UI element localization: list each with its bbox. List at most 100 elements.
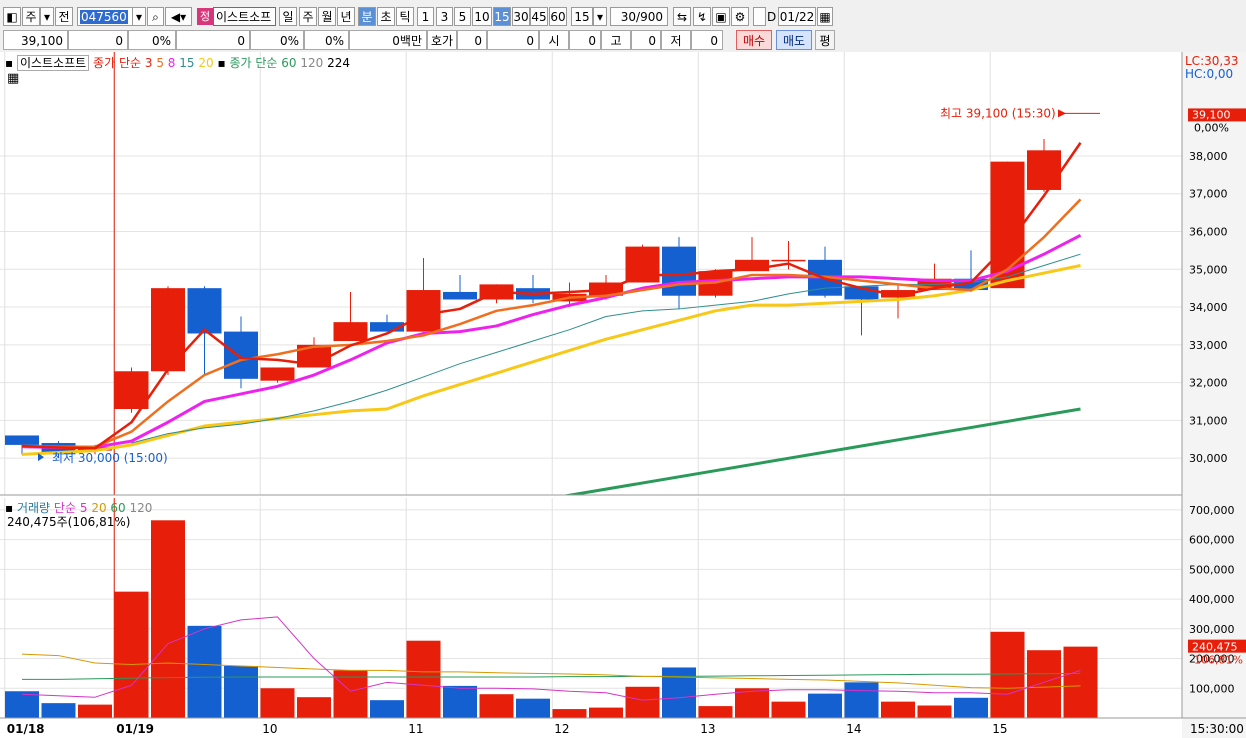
volume-last-pct: 106,81% (1194, 654, 1243, 667)
market-dropdown-icon[interactable]: ▾ (40, 7, 54, 26)
open-value: 0 (569, 30, 601, 50)
calendar-icon[interactable]: ▦ (817, 7, 833, 26)
buy-button[interactable]: 매수 (736, 30, 772, 50)
low-label: 저 (661, 30, 691, 50)
speaker-icon[interactable]: ◀▾ (165, 7, 192, 26)
date-checkbox[interactable] (753, 7, 766, 26)
volume-bar (260, 688, 295, 718)
x-tick-label: 15 (992, 722, 1007, 736)
amount: 0백만 (349, 30, 427, 50)
interval-60[interactable]: 60 (549, 7, 567, 26)
period-minute[interactable]: 분 (358, 7, 376, 26)
change: 0 (68, 30, 128, 50)
volume-bar (990, 631, 1025, 718)
last-change-label: 0,00% (1194, 121, 1229, 134)
high-value: 0 (631, 30, 661, 50)
x-tick-label: 01/18 (7, 722, 45, 736)
interval-30[interactable]: 30 (512, 7, 530, 26)
market-select[interactable]: 주 (22, 7, 40, 26)
interval-select[interactable]: 15 (571, 7, 593, 26)
last-price-label: 39,100 (1192, 108, 1231, 121)
x-tick-label: 01/19 (116, 722, 154, 736)
volume-bar (1063, 646, 1098, 718)
volume-bar (516, 698, 550, 718)
legend-ma-label: 종가 단순 (93, 56, 142, 70)
interval-dropdown-icon[interactable]: ▾ (593, 7, 607, 26)
volume-bar (5, 691, 39, 718)
prev-button[interactable]: 전 (55, 7, 73, 26)
volume-bar (625, 686, 660, 718)
x-tick-label: 10 (262, 722, 277, 736)
volume-bar (954, 697, 988, 718)
code-dropdown-icon[interactable]: ▾ (132, 7, 146, 26)
interval-5[interactable]: 5 (454, 7, 471, 26)
volume-bar (406, 640, 441, 718)
price-tick-label: 38,000 (1189, 150, 1228, 163)
open-label: 시 (539, 30, 569, 50)
search-icon[interactable]: ⌕ (147, 7, 164, 26)
hoga-label: 호가 (427, 30, 457, 50)
price-legend: ▪ 이스트소프트 종가 단순 3 5 8 15 20 ▪ 종가 단순 60 12… (5, 54, 350, 71)
volume-bar (297, 697, 331, 718)
period-second[interactable]: 초 (377, 7, 395, 26)
volume-bar (808, 693, 842, 718)
candle-body (187, 288, 222, 334)
change-pct: 0% (128, 30, 176, 50)
code-input[interactable]: 047560 (77, 7, 133, 26)
volume-tick-label: 700,000 (1189, 504, 1235, 517)
current-price: 39,100 (3, 30, 68, 50)
legend-ma60: 60 (281, 56, 297, 70)
high-label: 고 (601, 30, 631, 50)
flat-button[interactable]: 평 (815, 30, 835, 50)
legend-square-icon: ▪ (5, 56, 14, 70)
compare-icon[interactable]: ⇆ (673, 7, 691, 26)
period-year[interactable]: 년 (337, 7, 355, 26)
save-icon[interactable]: ▣ (712, 7, 730, 26)
table-icon[interactable]: ▦ (7, 71, 19, 86)
candle-body (260, 367, 295, 381)
legend-ma3: 3 (144, 56, 153, 70)
legend-square-icon-2: ▪ (217, 56, 226, 70)
volume-bar (552, 709, 587, 718)
volume-legend-ma120: 120 (129, 501, 153, 515)
volume-tick-label: 500,000 (1189, 563, 1235, 576)
interval-10[interactable]: 10 (472, 7, 492, 26)
layout-icon[interactable]: ◧ (3, 7, 21, 26)
candle-body (151, 288, 185, 372)
volume-bar (735, 688, 769, 718)
gear-icon[interactable]: ⚙ (731, 7, 749, 26)
volume-bar (370, 700, 404, 718)
volume-tick-label: 400,000 (1189, 593, 1235, 606)
price-tick-label: 32,000 (1189, 377, 1228, 390)
legend-title[interactable]: 이스트소프트 (16, 55, 90, 71)
chart-tool-icon[interactable]: ↯ (693, 7, 711, 26)
interval-3[interactable]: 3 (436, 7, 453, 26)
date-input[interactable]: 01/22 (778, 7, 816, 26)
volume-bar (881, 701, 915, 718)
interval-45[interactable]: 45 (530, 7, 548, 26)
price-tick-label: 30,000 (1189, 452, 1228, 465)
sell-button[interactable]: 매도 (776, 30, 812, 50)
x-tick-label: 12 (554, 722, 569, 736)
legend-ma120: 120 (300, 56, 324, 70)
period-week[interactable]: 주 (299, 7, 317, 26)
interval-1[interactable]: 1 (417, 7, 434, 26)
volume-bar (698, 706, 733, 718)
legend-ma224: 224 (327, 56, 351, 70)
low-value: 0 (691, 30, 723, 50)
period-month[interactable]: 월 (318, 7, 336, 26)
hoga-value-2: 0 (487, 30, 539, 50)
grade-badge: 정 (197, 8, 213, 25)
candle-body (771, 259, 806, 262)
volume-bar (443, 685, 477, 718)
candle-body (406, 290, 441, 332)
volume-bar (479, 694, 514, 718)
period-tick[interactable]: 틱 (396, 7, 414, 26)
count-input[interactable]: 30/900 (610, 7, 668, 26)
stock-chart[interactable]: 30,000 31,000 32,000 33,000 34,000 35,000 36,0… (0, 52, 1246, 738)
volume-bar (771, 701, 806, 718)
x-tick-label: 13 (700, 722, 715, 736)
interval-15[interactable]: 15 (493, 7, 511, 26)
legend-ma5: 5 (156, 56, 164, 70)
period-day[interactable]: 일 (279, 7, 297, 26)
